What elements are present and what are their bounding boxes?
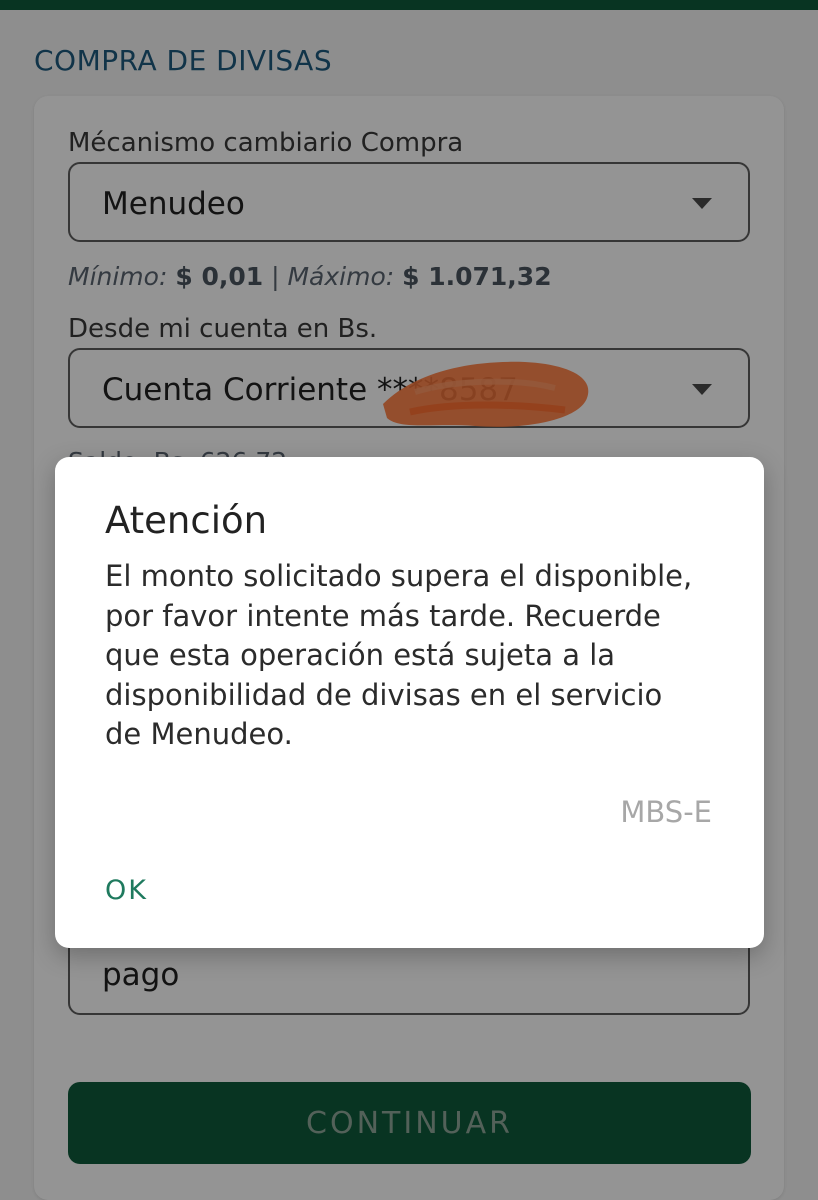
error-code: MBS-E [620,795,712,829]
ok-button[interactable]: OK [87,870,166,910]
alert-dialog: Atención El monto solicitado supera el d… [55,457,764,948]
dialog-title: Atención [105,499,268,542]
dialog-message: El monto solicitado supera el disponible… [105,559,693,751]
